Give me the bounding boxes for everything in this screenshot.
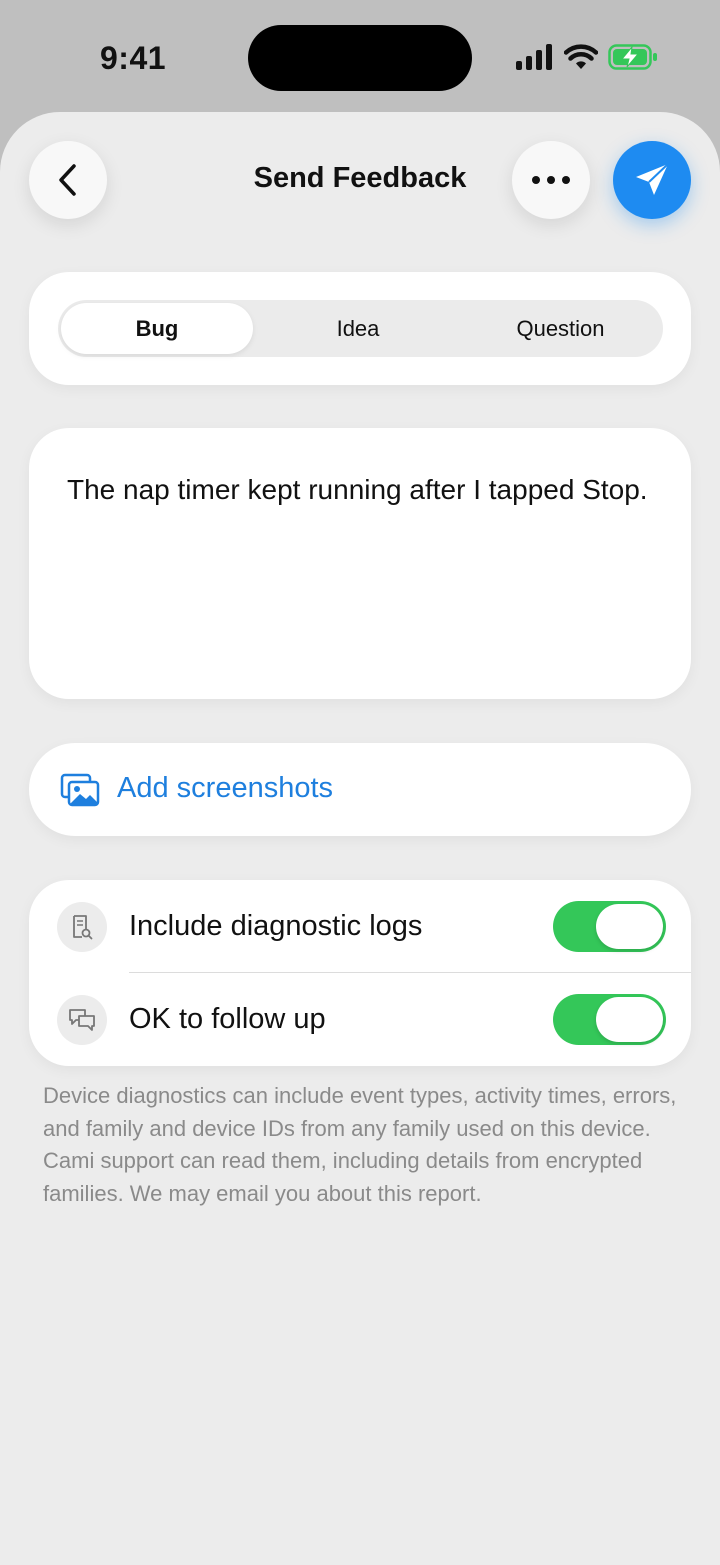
feedback-textarea[interactable]: The nap timer kept running after I tappe… (29, 428, 691, 699)
paper-plane-icon (636, 163, 669, 195)
segment-idea[interactable]: Idea (258, 300, 458, 357)
options-card: Include diagnostic logs OK to follow up (29, 880, 691, 1066)
toggle-knob (596, 997, 663, 1042)
feedback-text: The nap timer kept running after I tappe… (67, 474, 648, 505)
toggle-knob (596, 904, 663, 949)
diagnostic-logs-row: Include diagnostic logs (29, 880, 691, 973)
status-bar: 9:41 (0, 0, 720, 115)
follow-up-row: OK to follow up (29, 973, 691, 1066)
send-button[interactable] (613, 141, 691, 219)
follow-up-toggle[interactable] (553, 994, 666, 1045)
back-button[interactable] (29, 141, 107, 219)
row-icon-circle (57, 902, 107, 952)
segment-question[interactable]: Question (458, 300, 663, 357)
follow-up-label: OK to follow up (129, 1003, 326, 1035)
battery-charging-icon (608, 44, 657, 70)
photos-icon (60, 773, 100, 807)
dynamic-island (248, 25, 472, 91)
chevron-left-icon (59, 164, 76, 196)
wifi-icon (564, 44, 598, 69)
segment-bug[interactable]: Bug (61, 303, 253, 354)
ellipsis-icon (532, 176, 570, 184)
more-button[interactable] (512, 141, 590, 219)
add-screenshots-button[interactable]: Add screenshots (29, 743, 691, 836)
category-card: Bug Idea Question (29, 272, 691, 385)
diagnostic-logs-toggle[interactable] (553, 901, 666, 952)
cellular-signal-icon (516, 44, 552, 70)
add-screenshots-label: Add screenshots (117, 772, 334, 804)
status-time: 9:41 (100, 40, 167, 76)
category-segmented-control: Bug Idea Question (58, 300, 663, 357)
page-title: Send Feedback (253, 162, 467, 194)
chat-bubbles-icon (69, 1009, 95, 1031)
diagnostics-footnote: Device diagnostics can include event typ… (43, 1083, 677, 1206)
diagnostic-logs-label: Include diagnostic logs (129, 910, 423, 942)
document-search-icon (73, 915, 93, 940)
row-icon-circle (57, 995, 107, 1045)
